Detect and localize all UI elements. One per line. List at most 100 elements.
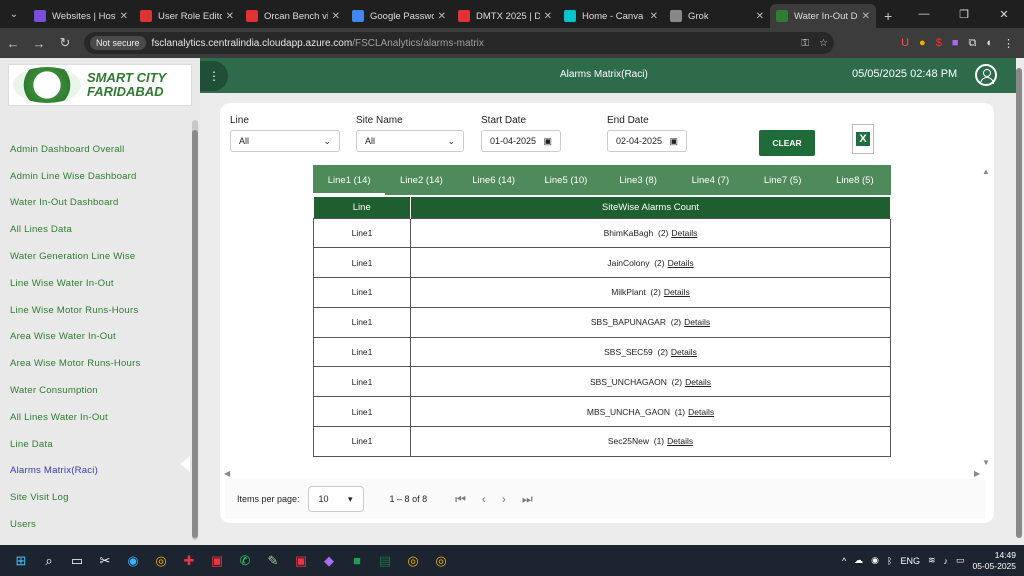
sidebar-item[interactable]: Alarms Matrix(Raci) [0, 458, 200, 485]
edge-icon[interactable]: ◉ [122, 550, 144, 572]
browser-tab[interactable]: Google Passwords ✕ [346, 4, 452, 28]
line-select[interactable]: All ⌄ [230, 130, 340, 152]
next-page-icon[interactable]: › [502, 492, 506, 506]
line-tab[interactable]: Line2 (14) [385, 165, 457, 195]
close-window-icon[interactable]: ✕ [984, 0, 1024, 28]
app-icon[interactable]: ✚ [178, 550, 200, 572]
browser-menu-icon[interactable]: ⋮ [1003, 37, 1014, 50]
details-link[interactable]: Details [685, 377, 711, 387]
scroll-down-icon[interactable]: ▼ [982, 458, 990, 467]
snipping-tool-icon[interactable]: ✂ [94, 550, 116, 572]
details-link[interactable]: Details [668, 258, 694, 268]
line-tab[interactable]: Line7 (5) [747, 165, 819, 195]
tab-search-icon[interactable]: ⌄ [0, 0, 28, 28]
scroll-right-icon[interactable]: ▶ [974, 469, 980, 478]
volume-icon[interactable]: ♪ [944, 556, 949, 566]
browser-tab[interactable]: Websites | Hostin ✕ [28, 4, 134, 28]
edge-tray-icon[interactable]: ◉ [871, 555, 879, 566]
whatsapp-icon[interactable]: ✆ [234, 550, 256, 572]
sidebar-item[interactable]: Site Visit Log [0, 484, 200, 511]
bluetooth-icon[interactable]: ᛒ [887, 556, 892, 566]
clock[interactable]: 14:49 05-05-2025 [973, 550, 1016, 572]
scroll-left-icon[interactable]: ◀ [224, 469, 230, 478]
site-select[interactable]: All ⌄ [356, 130, 464, 152]
profile-icon[interactable]: ◐ [986, 37, 993, 49]
forward-icon[interactable]: → [26, 36, 52, 51]
not-secure-badge[interactable]: Not secure [90, 36, 146, 50]
chrome-icon[interactable]: ◎ [430, 550, 452, 572]
excel-icon[interactable]: ▤ [374, 550, 396, 572]
sidebar-item[interactable]: Admin Dashboard Overall [0, 136, 200, 163]
tab-close-icon[interactable]: ✕ [120, 11, 128, 22]
sidebar-item[interactable]: Capacity And Discharge [0, 538, 200, 545]
tab-close-icon[interactable]: ✕ [226, 11, 234, 22]
sidebar-item[interactable]: Line Wise Motor Runs-Hours [0, 297, 200, 324]
sidebar-item[interactable]: Water Consumption [0, 377, 200, 404]
sidebar-item[interactable]: Area Wise Motor Runs-Hours [0, 350, 200, 377]
tab-close-icon[interactable]: ✕ [438, 11, 446, 22]
calendar-icon[interactable]: ▣ [669, 136, 678, 147]
chrome-icon[interactable]: ◎ [150, 550, 172, 572]
app-icon[interactable]: ▣ [290, 550, 312, 572]
extension-icon[interactable]: $ [936, 37, 942, 49]
tab-close-icon[interactable]: ✕ [332, 11, 340, 22]
sidebar-item[interactable]: Line Wise Water In-Out [0, 270, 200, 297]
maximize-icon[interactable]: ❐ [944, 0, 984, 28]
details-link[interactable]: Details [671, 228, 697, 238]
calendar-icon[interactable]: ▣ [543, 136, 552, 147]
task-view-icon[interactable]: ▭ [66, 550, 88, 572]
browser-tab[interactable]: Grok ✕ [664, 4, 770, 28]
main-scrollbar[interactable] [1016, 68, 1022, 538]
page-size-select[interactable]: 10 ▾ [307, 486, 364, 512]
search-icon[interactable]: ⌕ [38, 550, 60, 572]
last-page-icon[interactable]: ⏭ [522, 492, 533, 507]
menu-toggle-icon[interactable]: ⋮ [200, 61, 228, 91]
tab-close-icon[interactable]: ✕ [544, 11, 552, 22]
bookmark-star-icon[interactable]: ☆ [819, 38, 828, 49]
line-tab[interactable]: Line1 (14) [313, 165, 386, 195]
details-link[interactable]: Details [667, 436, 693, 446]
browser-tab[interactable]: Orcan Bench vic ✕ [240, 4, 346, 28]
line-tab[interactable]: Line4 (7) [674, 165, 746, 195]
sidebar-item[interactable]: All Lines Water In-Out [0, 404, 200, 431]
first-page-icon[interactable]: ⏮ [455, 492, 466, 507]
browser-tab[interactable]: User Role Editor ✕ [134, 4, 240, 28]
clear-button[interactable]: CLEAR [759, 130, 815, 156]
visual-studio-icon[interactable]: ◆ [318, 550, 340, 572]
excel-export-icon[interactable]: X [852, 124, 874, 154]
line-tab[interactable]: Line6 (14) [458, 165, 530, 195]
wifi-icon[interactable]: ≋ [928, 555, 936, 566]
line-tab[interactable]: Line3 (8) [602, 165, 674, 195]
tab-close-icon[interactable]: ✕ [756, 11, 764, 22]
cloud-icon[interactable]: ☁ [854, 555, 863, 566]
back-icon[interactable]: ← [0, 36, 26, 51]
details-link[interactable]: Details [664, 287, 690, 297]
browser-tab[interactable]: DMTX 2025 | De ✕ [452, 4, 558, 28]
tab-close-icon[interactable]: ✕ [862, 11, 870, 22]
ublock-icon[interactable]: U [901, 37, 909, 49]
new-tab-button[interactable]: + [876, 4, 900, 28]
tab-close-icon[interactable]: ✕ [650, 11, 658, 22]
extension-icon[interactable]: ■ [952, 37, 959, 49]
sidebar-item[interactable]: All Lines Data [0, 216, 200, 243]
chrome-icon[interactable]: ◎ [402, 550, 424, 572]
app-icon[interactable]: ▣ [206, 550, 228, 572]
reload-icon[interactable]: ↻ [52, 35, 78, 51]
smart-city-logo[interactable]: SMART CITY FARIDABAD [8, 64, 192, 106]
extension-icon[interactable]: ● [919, 37, 926, 49]
details-link[interactable]: Details [688, 407, 714, 417]
details-link[interactable]: Details [671, 347, 697, 357]
scroll-up-icon[interactable]: ▲ [982, 167, 990, 176]
sidebar-item[interactable]: Line Data [0, 431, 200, 458]
app-icon[interactable]: ■ [346, 550, 368, 572]
sidebar-item[interactable]: Water Generation Line Wise [0, 243, 200, 270]
sidebar-item[interactable]: Water In-Out Dashboard [0, 190, 200, 217]
language-indicator[interactable]: ENG [900, 556, 920, 566]
key-icon[interactable]: ⚿ [801, 38, 809, 49]
start-date-input[interactable]: 01-04-2025 ▣ [481, 130, 561, 152]
prev-page-icon[interactable]: ‹ [482, 492, 486, 506]
battery-icon[interactable]: ▭ [956, 555, 965, 566]
sidebar-item[interactable]: Area Wise Water In-Out [0, 324, 200, 351]
windows-start-icon[interactable]: ⊞ [10, 550, 32, 572]
end-date-input[interactable]: 02-04-2025 ▣ [607, 130, 687, 152]
